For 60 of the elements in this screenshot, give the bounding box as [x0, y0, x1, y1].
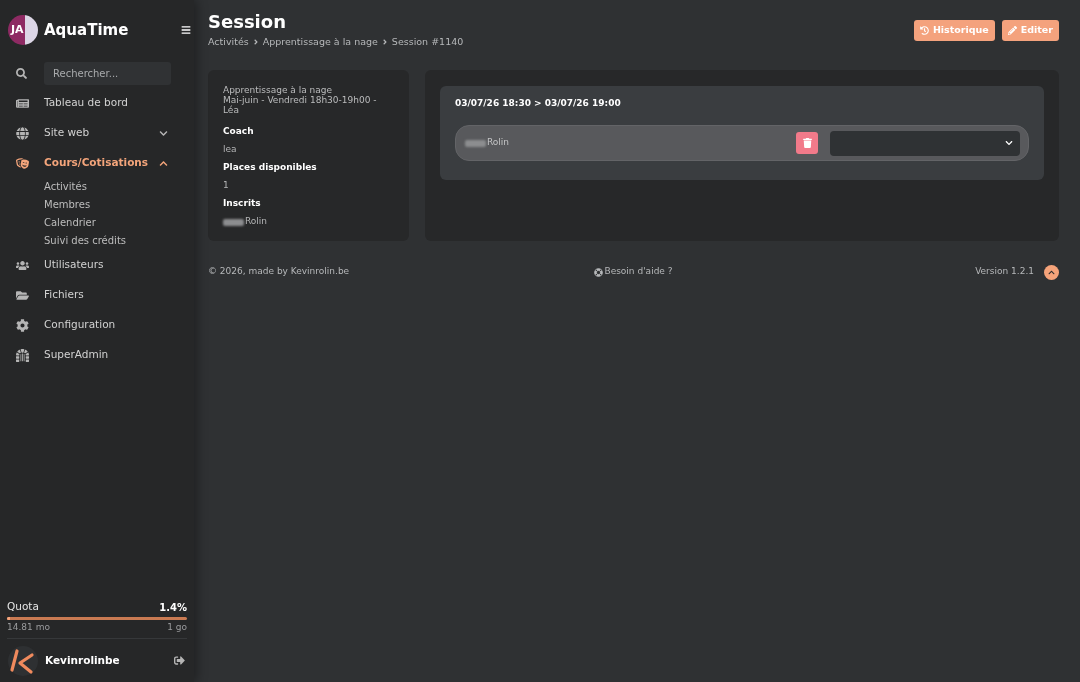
chevron-right-icon — [380, 38, 389, 46]
submenu-item[interactable]: Activités — [0, 177, 194, 195]
sidebar-item[interactable]: Configuration — [0, 310, 194, 340]
history-icon — [919, 26, 929, 35]
session-time-range: 03/07/26 18:30 > 03/07/26 19:00 — [455, 98, 622, 110]
select-field[interactable] — [830, 130, 1020, 156]
participant-name: Rolin — [487, 136, 510, 150]
quota-total: 1 go — [167, 620, 187, 634]
activity-name: Apprentissage à la nage — [223, 85, 334, 95]
logout-icon[interactable] — [174, 655, 185, 666]
search-field[interactable]: Rechercher... — [44, 62, 171, 85]
app-logo: JA — [8, 15, 38, 45]
newspaper-icon — [16, 96, 29, 110]
submenu-item[interactable]: Membres — [0, 195, 194, 213]
users-icon — [16, 258, 29, 272]
page-title: Session — [208, 11, 287, 33]
scroll-top-button[interactable] — [1044, 264, 1059, 280]
app-name: AquaTime — [44, 19, 130, 41]
chevron-up-icon — [1048, 268, 1055, 276]
field-label: Inscrits — [223, 197, 262, 211]
search-icon — [16, 68, 27, 79]
avatar-logo-icon — [8, 645, 38, 676]
sidebar-item[interactable]: Tableau de bord — [0, 88, 194, 118]
submenu-item[interactable]: Suivi des crédits — [0, 231, 194, 249]
field-value: Rolin — [245, 215, 268, 229]
pencil-icon — [1007, 26, 1017, 35]
chevron-right-icon — [251, 38, 260, 46]
breadcrumb-link[interactable]: Activités — [208, 34, 249, 50]
sidebar-item[interactable]: SuperAdmin — [0, 340, 194, 370]
version-text: Version 1.2.1 — [975, 265, 1034, 279]
field-value: lea — [223, 143, 237, 157]
sidebar-item[interactable]: Utilisateurs — [0, 250, 194, 280]
globe-icon — [16, 126, 29, 140]
folder-icon — [16, 288, 29, 302]
quota-used: 14.81 mo — [7, 620, 50, 634]
quota-label: Quota — [7, 599, 39, 615]
copyright-text: © 2026, made by Kevinrolin.be — [208, 265, 351, 279]
gear-icon — [16, 318, 29, 332]
schedule-text: Mai-juin - Vendredi 18h30-19h00 - Léa — [223, 95, 378, 115]
field-value: 1 — [223, 179, 229, 193]
sidebar-item[interactable]: Fichiers — [0, 280, 194, 310]
sidebar-item[interactable]: Cours/Cotisations — [0, 148, 194, 178]
user-name: Kevinrolinbe — [45, 652, 121, 668]
quota-percent: 1.4% — [159, 601, 187, 615]
gate-icon — [16, 348, 29, 362]
trash-icon — [802, 138, 812, 148]
blurred-block — [465, 139, 486, 147]
field-label: Places disponibles — [223, 161, 318, 175]
breadcrumb-link[interactable]: Session #1140 — [391, 34, 464, 50]
chevron-down-icon — [1005, 139, 1013, 147]
delete-button[interactable] — [796, 132, 818, 154]
field-label: Coach — [223, 125, 255, 139]
blurred-block — [223, 218, 244, 226]
menu-icon[interactable] — [181, 25, 191, 35]
submenu-item[interactable]: Calendrier — [0, 213, 194, 231]
lifebuoy-icon — [594, 267, 604, 277]
sidebar-item[interactable]: Site web — [0, 118, 194, 148]
help-link[interactable]: Besoin d'aide ? — [594, 265, 673, 279]
breadcrumb-link[interactable]: Apprentissage à la nage — [262, 34, 378, 50]
theater-masks-icon — [16, 156, 29, 170]
